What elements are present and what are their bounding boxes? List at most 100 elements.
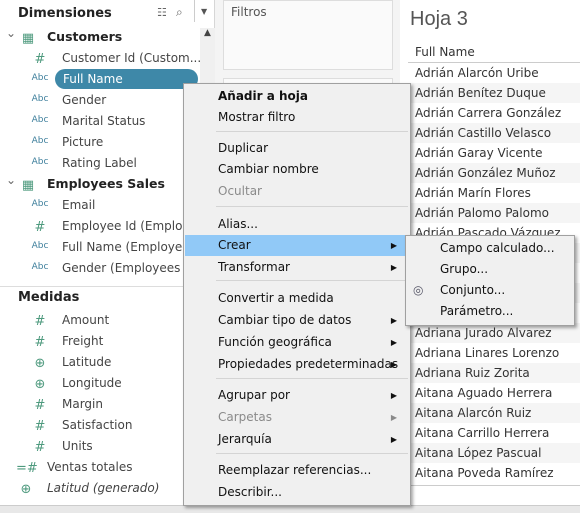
field-item[interactable]: Latitude — [62, 352, 111, 372]
table-row[interactable]: Adriana Ruiz Zorita — [408, 363, 580, 383]
submenu-item[interactable]: ◎ Conjunto... — [407, 280, 573, 301]
table-row[interactable]: Adrián Garay Vicente — [408, 143, 580, 163]
field-item[interactable]: Satisfaction — [62, 415, 132, 435]
menu-item[interactable]: Carpetas ▶ — [185, 407, 409, 428]
table-row[interactable]: Adrián González Muñoz — [408, 163, 580, 183]
menu-item[interactable]: Mostrar filtro — [185, 107, 409, 128]
string-type-icon: Abc — [31, 94, 49, 104]
field-item[interactable]: Longitude — [62, 373, 122, 393]
submenu-arrow-icon: ▶ — [390, 391, 397, 400]
search-icon[interactable]: ⌕ — [176, 5, 183, 20]
table-row[interactable]: Aitana Carrillo Herrera — [408, 423, 580, 443]
field-item[interactable]: Margin — [62, 394, 103, 414]
field-item[interactable]: Freight — [62, 331, 103, 351]
menu-item-label: Conjunto... — [440, 283, 506, 297]
field-item[interactable]: Latitud (generado) — [47, 478, 159, 498]
menu-item-label: Campo calculado... — [440, 241, 555, 255]
table-row[interactable]: Adrián Marín Flores — [408, 183, 580, 203]
globe-icon: ⊕ — [34, 356, 46, 371]
field-item[interactable]: Amount — [62, 310, 109, 330]
field-item[interactable]: Email — [62, 195, 95, 215]
view-list-icon[interactable]: ☷ — [157, 6, 167, 19]
table-row[interactable]: Aitana Poveda Ramírez — [408, 463, 580, 483]
field-item[interactable]: Rating Label — [62, 153, 137, 173]
menu-item[interactable]: Ocultar — [185, 181, 409, 202]
string-type-icon: Abc — [31, 136, 49, 146]
field-item[interactable]: Customer Id (Custom... — [62, 48, 201, 68]
dimensions-title: Dimensiones — [18, 6, 112, 21]
menu-item[interactable]: Convertir a medida — [185, 288, 409, 309]
dropdown-icon[interactable]: ▼ — [201, 7, 207, 16]
table-row[interactable]: Adrián Palomo Palomo — [408, 203, 580, 223]
menu-item-label: Grupo... — [440, 262, 489, 276]
menu-item[interactable]: Propiedades predeterminadas ▶ — [185, 354, 409, 375]
menu-item-label: Mostrar filtro — [218, 110, 296, 124]
menu-item[interactable]: Cambiar nombre — [185, 159, 409, 180]
menu-item[interactable]: Describir... — [185, 482, 409, 503]
field-item[interactable]: Full Name (Employee... — [62, 237, 201, 257]
filters-shelf[interactable]: Filtros — [223, 0, 393, 70]
menu-item-label: Describir... — [218, 485, 282, 499]
menu-item[interactable]: Reemplazar referencias... — [185, 460, 409, 481]
menu-item-label: Alias... — [218, 217, 258, 231]
menu-separator — [216, 206, 408, 207]
table-row[interactable]: Adrián Carrera González — [408, 103, 580, 123]
field-item[interactable]: Employee Id (Employ... — [62, 216, 199, 236]
field-item[interactable]: Gender — [62, 90, 106, 110]
field-item[interactable]: Ventas totales — [47, 457, 132, 477]
globe-icon: ⊕ — [34, 377, 46, 392]
table-row[interactable]: Adrián Castillo Velasco — [408, 123, 580, 143]
submenu-item[interactable]: Campo calculado... — [407, 238, 573, 259]
globe-icon: ⊕ — [20, 482, 32, 497]
table-row[interactable]: Aitana López Pascual — [408, 443, 580, 463]
table-row[interactable]: Aitana Alarcón Ruiz — [408, 403, 580, 423]
field-item[interactable]: Marital Status — [62, 111, 145, 131]
menu-item[interactable]: Cambiar tipo de datos ▶ — [185, 310, 409, 331]
scroll-up-icon[interactable]: ▲ — [200, 28, 215, 38]
menu-item[interactable]: Función geográfica ▶ — [185, 332, 409, 353]
table-row[interactable]: Adriana Linares Lorenzo — [408, 343, 580, 363]
menu-separator — [216, 280, 408, 281]
menu-item-label: Función geográfica — [218, 335, 332, 349]
menu-item-label: Carpetas — [218, 410, 272, 424]
table-group[interactable]: Employees Sales — [47, 174, 165, 194]
menu-item[interactable]: Agrupar por ▶ — [185, 385, 409, 406]
field-item[interactable]: Full Name — [55, 69, 198, 89]
status-bar — [0, 505, 580, 513]
menu-item[interactable]: Añadir a hoja — [185, 86, 409, 107]
number-icon: # — [34, 314, 46, 329]
table-row[interactable]: Adrián Alarcón Uribe — [408, 63, 580, 83]
menu-item[interactable]: Alias... — [185, 214, 409, 235]
table-row[interactable]: Adrián Benítez Duque — [408, 83, 580, 103]
table-row[interactable]: Aitana Aguado Herrera — [408, 383, 580, 403]
submenu-arrow-icon: ▶ — [390, 413, 397, 422]
field-item[interactable]: Gender (Employees S — [62, 258, 192, 278]
field-item[interactable]: Picture — [62, 132, 103, 152]
string-type-icon: Abc — [31, 241, 49, 251]
column-header[interactable]: Full Name — [415, 45, 475, 59]
submenu-arrow-icon: ▶ — [390, 360, 397, 369]
field-item[interactable]: Units — [62, 436, 93, 456]
table-icon: ▦ — [21, 31, 35, 46]
number-icon: # — [34, 220, 46, 235]
collapse-chevron-icon[interactable]: ⌄ — [6, 26, 16, 40]
submenu-item[interactable]: Grupo... — [407, 259, 573, 280]
create-submenu: Campo calculado... Grupo... ◎ Conjunto... Pa… — [405, 235, 575, 326]
menu-item[interactable]: Crear ▶ — [185, 235, 409, 256]
submenu-arrow-icon: ▶ — [390, 435, 397, 444]
sheet-title: Hoja 3 — [410, 8, 468, 30]
number-icon: # — [34, 440, 46, 455]
table-row[interactable]: Adriana Jurado Alvarez — [408, 323, 580, 343]
menu-item[interactable]: Jerarquía ▶ — [185, 429, 409, 450]
string-type-icon: Abc — [31, 199, 49, 209]
collapse-chevron-icon[interactable]: ⌄ — [6, 173, 16, 187]
menu-separator — [216, 378, 408, 379]
table-group[interactable]: Customers — [47, 27, 122, 47]
string-type-icon: Abc — [31, 262, 49, 272]
menu-item[interactable]: Duplicar — [185, 138, 409, 159]
menu-item-label: Agrupar por — [218, 388, 290, 402]
menu-item[interactable]: Transformar ▶ — [185, 257, 409, 278]
menu-item-label: Reemplazar referencias... — [218, 463, 372, 477]
submenu-arrow-icon: ▶ — [390, 241, 397, 250]
submenu-item[interactable]: Parámetro... — [407, 301, 573, 322]
